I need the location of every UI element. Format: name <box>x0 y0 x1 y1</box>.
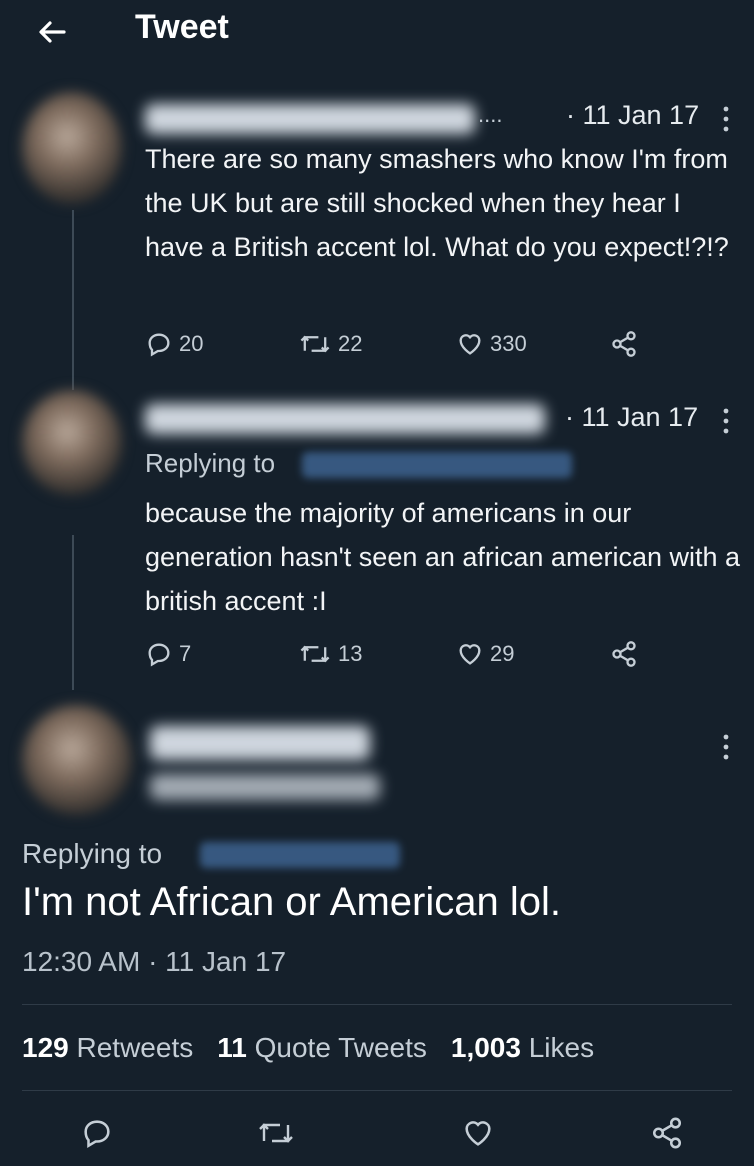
quote-tweets-label: Quote Tweets <box>254 1032 427 1063</box>
retweet-icon <box>259 1123 293 1143</box>
like-button[interactable] <box>460 1116 496 1150</box>
likes-label: Likes <box>528 1032 595 1063</box>
page-title: Tweet <box>135 8 229 46</box>
retweet-button[interactable] <box>256 1116 296 1150</box>
share-button[interactable] <box>610 330 638 358</box>
reply-icon <box>84 1120 110 1149</box>
reply-button[interactable]: 20 <box>145 330 203 358</box>
tweet-text: because the majority of americans in our… <box>145 498 741 616</box>
retweet-count: 22 <box>338 331 363 356</box>
retweet-button[interactable]: 13 <box>298 640 362 668</box>
quote-tweets-stat[interactable]: 11 Quote Tweets <box>217 1032 427 1064</box>
reply-count: 7 <box>179 641 192 666</box>
retweet-count: 13 <box>338 641 363 666</box>
thread-line <box>72 535 74 690</box>
redacted-name <box>150 726 370 760</box>
heart-icon <box>465 1121 491 1146</box>
likes-count: 1,003 <box>450 1032 521 1063</box>
redacted-handle <box>150 774 380 800</box>
quote-tweets-count: 11 <box>217 1032 247 1063</box>
retweets-stat[interactable]: 129 Retweets <box>22 1032 193 1064</box>
replying-to-label: Replying to <box>22 838 163 869</box>
back-arrow-icon[interactable] <box>32 12 72 52</box>
reply-button[interactable] <box>80 1116 114 1150</box>
share-icon <box>652 1117 682 1149</box>
divider <box>22 1004 732 1005</box>
redacted-name <box>145 404 545 434</box>
retweet-button[interactable]: 22 <box>298 330 362 358</box>
retweets-label: Retweets <box>76 1032 194 1063</box>
more-vertical-icon[interactable] <box>720 104 732 134</box>
username-fragment: .... <box>478 102 503 127</box>
share-icon <box>612 331 636 357</box>
retweet-icon <box>300 645 330 663</box>
more-vertical-icon[interactable] <box>720 732 732 762</box>
reply-icon <box>148 333 170 357</box>
share-button[interactable] <box>650 1116 684 1150</box>
reply-button[interactable]: 7 <box>145 640 191 668</box>
replying-to-label: Replying to <box>145 448 276 478</box>
retweets-count: 129 <box>22 1032 69 1063</box>
like-count: 29 <box>490 641 515 666</box>
avatar[interactable] <box>22 705 132 815</box>
redacted-name <box>145 104 475 134</box>
share-icon <box>612 641 636 667</box>
more-vertical-icon[interactable] <box>720 406 732 436</box>
header: Tweet <box>0 0 754 64</box>
tweet-timestamp[interactable]: · 11 Jan 17 <box>566 100 699 131</box>
replying-to-handle[interactable] <box>302 452 572 478</box>
like-button[interactable]: 29 <box>456 640 514 668</box>
tweet-text: There are so many smashers who know I'm … <box>145 144 729 262</box>
divider <box>22 1090 732 1091</box>
thread-line <box>72 210 74 390</box>
main-tweet-timestamp[interactable]: 12:30 AM · 11 Jan 17 <box>22 946 286 978</box>
share-button[interactable] <box>610 640 638 668</box>
main-tweet-text: I'm not African or American lol. <box>22 880 561 924</box>
heart-icon <box>459 644 481 665</box>
heart-icon <box>459 334 481 355</box>
engagement-stats: 129 Retweets 11 Quote Tweets 1,003 Likes <box>22 1032 594 1064</box>
avatar[interactable] <box>22 92 122 204</box>
avatar[interactable] <box>22 390 122 495</box>
retweet-icon <box>300 335 330 353</box>
tweet-timestamp[interactable]: · 11 Jan 17 <box>565 402 698 433</box>
likes-stat[interactable]: 1,003 Likes <box>451 1032 594 1064</box>
reply-count: 20 <box>179 331 204 356</box>
replying-to-handle[interactable] <box>200 842 400 868</box>
like-count: 330 <box>490 331 527 356</box>
reply-icon <box>148 643 170 667</box>
like-button[interactable]: 330 <box>456 330 527 358</box>
